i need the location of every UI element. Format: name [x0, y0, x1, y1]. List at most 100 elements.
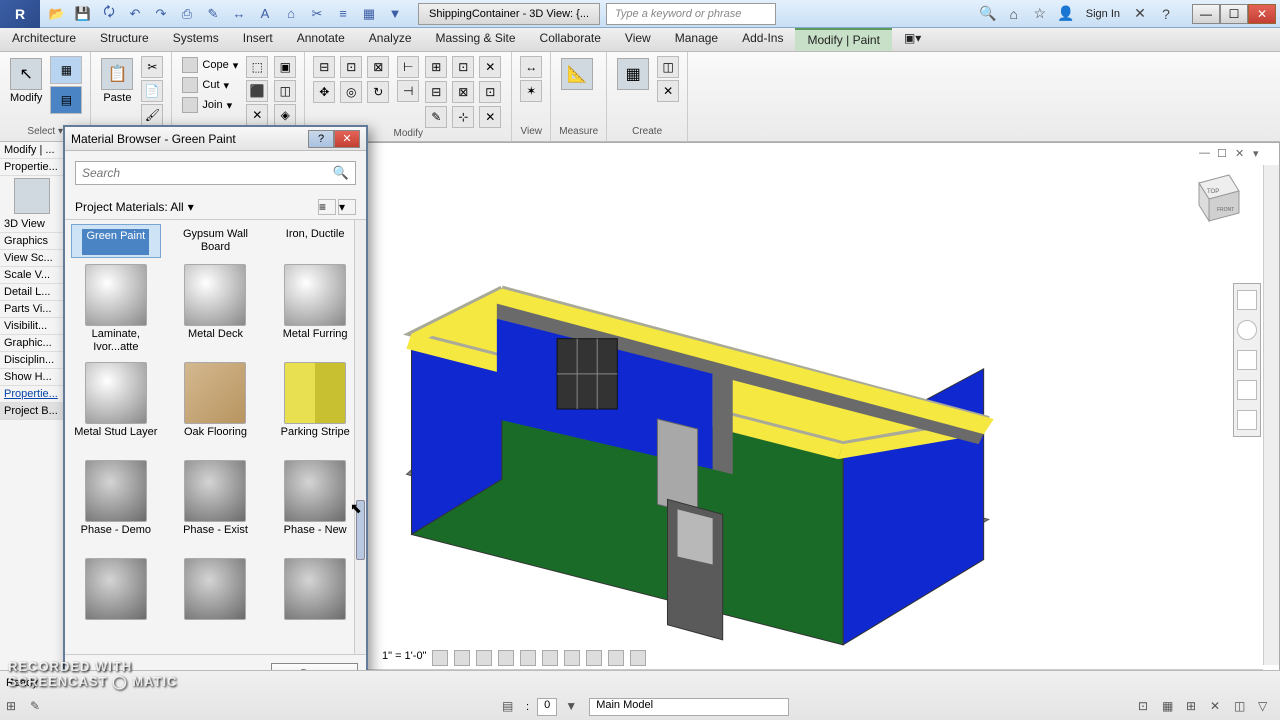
- redo-icon[interactable]: ↷: [152, 5, 170, 23]
- tab-massing-site[interactable]: Massing & Site: [424, 28, 528, 51]
- view-cube[interactable]: TOP FRONT: [1179, 163, 1249, 233]
- signin-button[interactable]: Sign In: [1082, 8, 1124, 20]
- prop-row[interactable]: Disciplin...: [0, 352, 64, 369]
- geom6-button[interactable]: ◈: [274, 104, 296, 126]
- material-search[interactable]: 🔍: [75, 161, 356, 185]
- material-item[interactable]: Metal Stud Layer: [71, 360, 161, 454]
- undo-icon[interactable]: ↶: [126, 5, 144, 23]
- create2-button[interactable]: ✕: [657, 80, 679, 102]
- search-icon[interactable]: 🔍: [333, 165, 349, 181]
- tab-modify-paint[interactable]: Modify | Paint: [795, 28, 891, 51]
- save-icon[interactable]: 💾: [74, 5, 92, 23]
- tab-annotate[interactable]: Annotate: [285, 28, 357, 51]
- vp-maximize-icon[interactable]: ☐: [1217, 147, 1231, 161]
- user-icon[interactable]: 👤: [1056, 4, 1076, 24]
- nav-home-button[interactable]: [1237, 290, 1257, 310]
- material-item[interactable]: Parking Stripe: [270, 360, 360, 454]
- dialog-help-button[interactable]: ?: [308, 130, 334, 148]
- tab-collaborate[interactable]: Collaborate: [528, 28, 613, 51]
- geom1-button[interactable]: ⬚: [246, 56, 268, 78]
- prop-row[interactable]: Detail L...: [0, 284, 64, 301]
- align-button[interactable]: ⊟: [313, 56, 335, 78]
- st5-icon[interactable]: ◫: [1234, 699, 1250, 715]
- cut-clipboard-button[interactable]: ✂: [141, 56, 163, 78]
- editable-icon[interactable]: ✎: [30, 699, 46, 715]
- measure-icon[interactable]: ✎: [204, 5, 222, 23]
- geom3-button[interactable]: ✕: [246, 104, 268, 126]
- tab-manage[interactable]: Manage: [663, 28, 730, 51]
- pin-button[interactable]: ✕: [479, 56, 501, 78]
- prop-row[interactable]: Scale V...: [0, 267, 64, 284]
- tab-architecture[interactable]: Architecture: [0, 28, 88, 51]
- tab-structure[interactable]: Structure: [88, 28, 161, 51]
- view2-button[interactable]: ✶: [520, 80, 542, 102]
- prop-row[interactable]: Show H...: [0, 369, 64, 386]
- st6-icon[interactable]: ▽: [1258, 699, 1274, 715]
- tab-analyze[interactable]: Analyze: [357, 28, 424, 51]
- material-item[interactable]: Green Paint: [71, 224, 161, 258]
- sync-icon[interactable]: 🗘: [100, 5, 118, 23]
- prop-row[interactable]: 3D View: [0, 216, 64, 233]
- section-icon[interactable]: ✂: [308, 5, 326, 23]
- prop-row[interactable]: View Sc...: [0, 250, 64, 267]
- material-filter-dropdown[interactable]: Project Materials: All ▾: [75, 200, 194, 214]
- project-browser-header[interactable]: Project B...: [0, 403, 64, 420]
- keytips-icon[interactable]: ⌂: [1004, 4, 1024, 24]
- vcb-crop-region[interactable]: [564, 650, 580, 666]
- material-scrollbar[interactable]: [354, 220, 366, 654]
- rotate-button[interactable]: ↻: [367, 81, 389, 103]
- mirror-button[interactable]: ⊠: [367, 56, 389, 78]
- material-item[interactable]: Phase - Exist: [171, 458, 261, 552]
- vcb-crop[interactable]: [542, 650, 558, 666]
- viewport-scroll-vertical[interactable]: [1263, 165, 1279, 665]
- open-icon[interactable]: 📂: [48, 5, 66, 23]
- scrollbar-thumb[interactable]: [356, 500, 365, 560]
- infocenter-icon[interactable]: 🔍: [978, 4, 998, 24]
- workset-icon[interactable]: ⊞: [6, 699, 22, 715]
- nav-zoom-button[interactable]: [1237, 380, 1257, 400]
- main-model-dropdown[interactable]: Main Model: [589, 698, 789, 716]
- material-item[interactable]: Gypsum Wall Board: [171, 224, 261, 258]
- prop-row[interactable]: Visibilit...: [0, 318, 64, 335]
- view1-button[interactable]: ↔: [520, 56, 542, 78]
- join-button[interactable]: Join ▾: [180, 96, 240, 114]
- dialog-titlebar[interactable]: Material Browser - Green Paint ? ✕: [65, 127, 366, 151]
- modify-button[interactable]: ↖ Modify: [8, 56, 44, 106]
- material-item[interactable]: [171, 556, 261, 650]
- mod8-button[interactable]: ⊹: [452, 106, 474, 128]
- measure-button[interactable]: 📐: [559, 56, 595, 92]
- print-icon[interactable]: ⎙: [178, 5, 196, 23]
- material-item[interactable]: Oak Flooring: [171, 360, 261, 454]
- tab-insert[interactable]: Insert: [231, 28, 285, 51]
- array-button[interactable]: ⊞: [425, 56, 447, 78]
- help-icon[interactable]: ?: [1156, 4, 1176, 24]
- vcb-style[interactable]: [454, 650, 470, 666]
- vcb-render[interactable]: [520, 650, 536, 666]
- unpin-button[interactable]: ⊟: [425, 81, 447, 103]
- vcb-sun[interactable]: [476, 650, 492, 666]
- copy-button[interactable]: ◎: [340, 81, 362, 103]
- prop-row[interactable]: Graphic...: [0, 335, 64, 352]
- nav-pan-button[interactable]: [1237, 350, 1257, 370]
- help-search[interactable]: Type a keyword or phrase: [606, 3, 776, 25]
- maximize-button[interactable]: ☐: [1220, 4, 1248, 24]
- vcb-shadows[interactable]: [498, 650, 514, 666]
- vp-minimize-icon[interactable]: —: [1199, 147, 1213, 161]
- view-options-button[interactable]: ▾: [338, 199, 356, 215]
- st3-icon[interactable]: ⊞: [1186, 699, 1202, 715]
- material-item[interactable]: [71, 556, 161, 650]
- vcb-temp-hide[interactable]: [608, 650, 624, 666]
- copy-clipboard-button[interactable]: 📄: [141, 80, 163, 102]
- close-button[interactable]: ✕: [1248, 4, 1276, 24]
- vp-close-icon[interactable]: ✕: [1235, 147, 1249, 161]
- material-item[interactable]: Phase - New: [270, 458, 360, 552]
- material-item[interactable]: Phase - Demo: [71, 458, 161, 552]
- st1-icon[interactable]: ⊡: [1138, 699, 1154, 715]
- dialog-close-button[interactable]: ✕: [334, 130, 360, 148]
- nav-wheel-button[interactable]: [1237, 320, 1257, 340]
- cope-button[interactable]: Cope ▾: [180, 56, 240, 74]
- create1-button[interactable]: ◫: [657, 56, 679, 78]
- list-view-button[interactable]: ≡: [318, 199, 336, 215]
- geom5-button[interactable]: ◫: [274, 80, 296, 102]
- mod9-button[interactable]: ✕: [479, 106, 501, 128]
